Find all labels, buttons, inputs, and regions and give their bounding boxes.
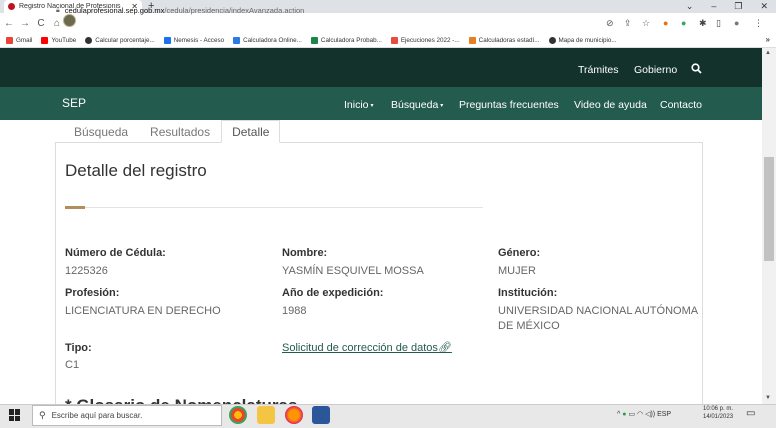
battery-icon[interactable]: ▭ bbox=[628, 411, 635, 418]
bookmark-calcular-porcentaje[interactable]: Calcular porcentaje... bbox=[85, 37, 155, 44]
gmail-icon bbox=[6, 37, 13, 44]
check-icon bbox=[233, 37, 241, 44]
window-controls: ⌄ – ❐ ✕ bbox=[686, 0, 768, 12]
wifi-icon[interactable]: ◠ bbox=[637, 411, 643, 418]
bookmark-orange-icon bbox=[468, 37, 476, 44]
cedula-label: Número de Cédula: bbox=[65, 247, 166, 259]
nav-video-de-ayuda[interactable]: Video de ayuda bbox=[574, 99, 647, 111]
genero-label: Género: bbox=[498, 247, 541, 259]
bookmark-ejecuciones[interactable]: Ejecuciones 2022 -... bbox=[390, 37, 460, 44]
bookmarks-more-button[interactable]: » bbox=[766, 35, 770, 44]
heading-accent-line bbox=[65, 206, 85, 209]
institucion-value-line1: UNIVERSIDAD NACIONAL AUTÓNOMA bbox=[498, 305, 699, 317]
tab-resultados[interactable]: Resultados bbox=[139, 120, 221, 143]
site-favicon-icon bbox=[8, 3, 15, 10]
bookmark-gmail[interactable]: Gmail bbox=[6, 37, 32, 44]
scroll-down-arrow-icon[interactable]: ▼ bbox=[765, 395, 771, 401]
bookmarks-bar: Gmail YouTube Calcular porcentaje... Nem… bbox=[0, 34, 776, 48]
windows-start-icon[interactable] bbox=[9, 409, 21, 421]
link-chain-icon: 🔗︎ bbox=[437, 342, 452, 354]
nemesis-icon bbox=[163, 37, 171, 44]
nav-gobierno[interactable]: Gobierno bbox=[634, 64, 677, 76]
genero-value: MUJER bbox=[498, 265, 536, 277]
bookmark-youtube[interactable]: YouTube bbox=[41, 37, 76, 44]
nombre-value: YASMÍN ESQUIVEL MOSSA bbox=[282, 265, 424, 277]
sep-title[interactable]: SEP bbox=[62, 96, 86, 110]
nav-contacto[interactable]: Contacto bbox=[660, 99, 702, 111]
close-window-button[interactable]: ✕ bbox=[760, 0, 768, 12]
tipo-label: Tipo: bbox=[65, 342, 92, 354]
anio-expedicion-label: Año de expedición: bbox=[282, 287, 384, 299]
edge-tray-icon[interactable]: ● bbox=[622, 411, 626, 418]
eye-off-icon[interactable]: ⊘ bbox=[606, 16, 614, 30]
nav-preguntas-frecuentes[interactable]: Preguntas frecuentes bbox=[459, 99, 559, 111]
calculator-icon bbox=[310, 37, 318, 44]
back-arrow-icon[interactable]: ← bbox=[2, 18, 16, 29]
profesion-label: Profesión: bbox=[65, 287, 120, 299]
extension-green-icon[interactable]: ● bbox=[681, 16, 686, 30]
taskbar-clock[interactable]: 10:06 p. m. 14/01/2023 bbox=[703, 405, 733, 421]
scroll-up-arrow-icon[interactable]: ▲ bbox=[765, 50, 771, 56]
extensions-puzzle-icon[interactable]: ✱ bbox=[699, 16, 707, 30]
search-icon[interactable] bbox=[691, 63, 702, 77]
side-panel-icon[interactable]: ▯ bbox=[716, 16, 721, 30]
restore-button[interactable]: ❐ bbox=[734, 0, 742, 12]
taskbar-search-input[interactable]: ⚲ Escribe aquí para buscar. bbox=[32, 405, 222, 426]
cedula-value: 1225326 bbox=[65, 265, 108, 277]
nombre-label: Nombre: bbox=[282, 247, 328, 259]
home-icon[interactable]: ⌂ bbox=[50, 18, 64, 29]
reload-icon[interactable]: C bbox=[34, 18, 48, 29]
bookmark-nemesis[interactable]: Nemesis - Acceso bbox=[163, 37, 224, 44]
share-icon[interactable]: ⇪ bbox=[624, 16, 632, 30]
word-taskbar-icon[interactable] bbox=[312, 406, 330, 424]
bookmark-calculadora-probab[interactable]: Calculadora Probab... bbox=[310, 37, 382, 44]
browser-menu-icon[interactable]: ⋮ bbox=[754, 16, 763, 30]
bookmark-calculadora-online[interactable]: Calculadora Online... bbox=[233, 37, 302, 44]
tab-search-icon[interactable]: ⌄ bbox=[686, 0, 694, 12]
globe-icon bbox=[548, 37, 556, 44]
language-indicator[interactable]: ESP bbox=[657, 411, 671, 418]
forward-arrow-icon[interactable]: → bbox=[18, 18, 32, 29]
institucion-value-line2: DE MÉXICO bbox=[498, 320, 560, 332]
bookmark-calculadoras-estad[interactable]: Calculadoras estadí... bbox=[468, 37, 540, 44]
system-tray: ^ ● ▭ ◠ ◁)) ESP bbox=[617, 410, 671, 418]
firefox-taskbar-icon[interactable] bbox=[285, 406, 303, 424]
tab-busqueda[interactable]: Búsqueda bbox=[63, 120, 139, 143]
heading-divider bbox=[85, 207, 483, 208]
file-explorer-icon[interactable] bbox=[257, 406, 275, 424]
search-icon: ⚲ bbox=[39, 410, 46, 420]
bookmark-icon bbox=[85, 37, 93, 44]
chevron-up-icon[interactable]: ^ bbox=[617, 411, 620, 418]
tab-detalle[interactable]: Detalle bbox=[221, 120, 281, 143]
profile-avatar-icon[interactable]: ● bbox=[734, 16, 739, 30]
national-seal-icon bbox=[63, 14, 76, 27]
url-path: /cedula/presidencia/indexAvanzada.action bbox=[164, 6, 305, 15]
bookmark-red-icon bbox=[390, 37, 398, 44]
nav-busqueda[interactable]: Búsqueda ▾ bbox=[391, 99, 443, 111]
notification-icon[interactable]: ▭ bbox=[746, 408, 755, 419]
lock-icon[interactable]: 🔒︎ bbox=[56, 7, 60, 15]
profesion-value: LICENCIATURA EN DERECHO bbox=[65, 305, 221, 317]
page-title: Detalle del registro bbox=[65, 161, 207, 180]
nav-inicio[interactable]: Inicio ▾ bbox=[344, 99, 374, 111]
institucion-label: Institución: bbox=[498, 287, 558, 299]
scrollbar-thumb[interactable] bbox=[764, 157, 774, 261]
anio-expedicion-value: 1988 bbox=[282, 305, 307, 317]
sep-nav-bar bbox=[0, 87, 762, 120]
youtube-icon bbox=[41, 37, 49, 44]
correction-request-link[interactable]: Solicitud de corrección de datos🔗︎ bbox=[282, 341, 452, 354]
content-tabs: Búsqueda Resultados Detalle bbox=[63, 120, 281, 143]
minimize-button[interactable]: – bbox=[711, 0, 716, 12]
tipo-value: C1 bbox=[65, 359, 80, 371]
caret-down-icon: ▾ bbox=[440, 102, 444, 109]
caret-down-icon: ▾ bbox=[370, 102, 374, 109]
star-icon[interactable]: ☆ bbox=[642, 16, 650, 30]
gobierno-mexico-logo[interactable]: GOBIERNO DE MÉXICO bbox=[63, 14, 119, 27]
nav-tramites[interactable]: Trámites bbox=[578, 64, 618, 76]
url-input[interactable]: 🔒︎ cedulaprofesional.sep.gob.mx /cedula/… bbox=[56, 3, 596, 18]
bookmark-mapa[interactable]: Mapa de municipio... bbox=[548, 37, 617, 44]
extension-orange-icon[interactable]: ● bbox=[663, 16, 668, 30]
chrome-taskbar-icon[interactable] bbox=[229, 406, 247, 424]
volume-icon[interactable]: ◁)) bbox=[645, 411, 655, 418]
